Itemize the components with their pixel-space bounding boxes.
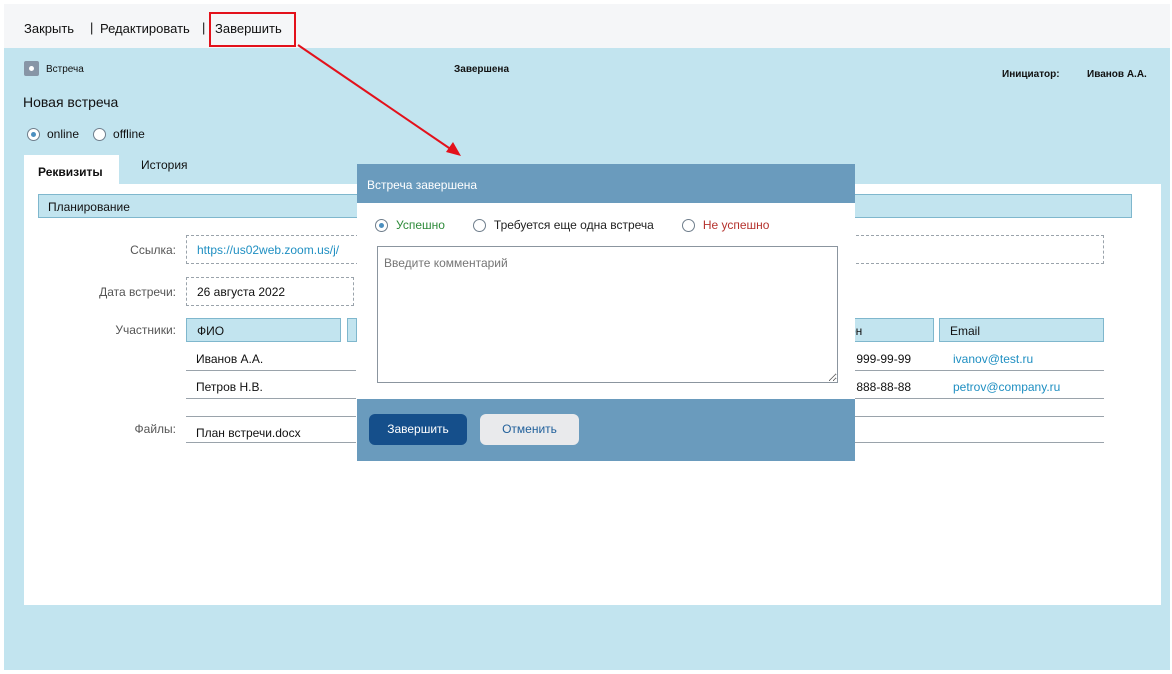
dialog-body: Успешно Требуется еще одна встреча Не ус…: [357, 203, 855, 399]
date-field[interactable]: 26 августа 2022: [186, 277, 354, 306]
dialog-title: Встреча завершена: [367, 178, 478, 192]
app-window: Закрыть | Редактировать | Завершить Встр…: [4, 4, 1170, 670]
outcome-failed[interactable]: Не успешно: [681, 218, 770, 232]
finish-button-highlight: [209, 12, 296, 47]
meeting-icon: [24, 61, 39, 76]
participants-header-hidden: [347, 318, 357, 342]
radio-icon[interactable]: [93, 127, 107, 141]
mode-option-offline[interactable]: offline: [93, 127, 145, 141]
mode-option-label: offline: [113, 127, 145, 141]
document-type: Встреча: [46, 64, 84, 75]
participant-name: Иванов А.А.: [196, 352, 264, 366]
tab-history[interactable]: История: [141, 158, 188, 172]
participant-email[interactable]: ivanov@test.ru: [953, 352, 1033, 366]
participant-phone: ) 999-99-99: [849, 352, 912, 366]
page-title: Новая встреча: [23, 94, 119, 110]
radio-icon[interactable]: [472, 218, 486, 232]
toolbar-separator: |: [202, 20, 206, 35]
participants-header-name: ФИО: [186, 318, 341, 342]
outcome-label: Требуется еще одна встреча: [493, 218, 654, 232]
radio-icon[interactable]: [375, 218, 388, 232]
toolbar: Закрыть | Редактировать | Завершить: [4, 4, 1170, 48]
mode-option-label: online: [47, 127, 80, 141]
meeting-mode-group: online offline: [27, 127, 159, 141]
row-divider: [186, 370, 356, 371]
link-label: Ссылка:: [130, 243, 176, 257]
status-badge: Завершена: [454, 64, 510, 75]
files-label: Файлы:: [134, 422, 176, 436]
finish-meeting-dialog: Встреча завершена Успешно Требуется еще …: [357, 164, 855, 461]
edit-button[interactable]: Редактировать: [100, 21, 190, 36]
outcome-group: Успешно Требуется еще одна встреча Не ус…: [375, 218, 797, 232]
close-button[interactable]: Закрыть: [24, 21, 74, 36]
files-divider: [186, 442, 356, 443]
files-divider: [852, 416, 1104, 417]
initiator-value: Иванов А.А.: [1087, 69, 1147, 80]
files-divider: [186, 416, 356, 417]
files-divider: [852, 442, 1104, 443]
outcome-another-meeting[interactable]: Требуется еще одна встреча: [472, 218, 654, 232]
outcome-success[interactable]: Успешно: [375, 218, 445, 232]
confirm-finish-button[interactable]: Завершить: [369, 414, 467, 445]
mode-option-online[interactable]: online: [27, 127, 79, 141]
date-label: Дата встречи:: [99, 285, 176, 299]
cancel-button[interactable]: Отменить: [480, 414, 579, 445]
outcome-label: Не успешно: [702, 218, 770, 232]
radio-icon[interactable]: [681, 218, 695, 232]
row-divider: [852, 370, 1104, 371]
toolbar-separator: |: [90, 20, 94, 35]
radio-icon[interactable]: [27, 127, 40, 141]
row-divider: [186, 398, 356, 399]
participant-email[interactable]: petrov@company.ru: [953, 380, 1060, 394]
participants-label: Участники:: [115, 323, 176, 337]
tab-requisites[interactable]: Реквизиты: [24, 155, 119, 185]
outcome-label: Успешно: [396, 218, 445, 232]
comment-input[interactable]: [377, 246, 838, 383]
participant-phone: ) 888-88-88: [849, 380, 912, 394]
participant-name: Петров Н.В.: [196, 380, 263, 394]
row-divider: [852, 398, 1104, 399]
file-item[interactable]: План встречи.docx: [196, 426, 301, 440]
participants-header-email: Email: [939, 318, 1104, 342]
initiator-label: Инициатор:: [1002, 69, 1060, 80]
